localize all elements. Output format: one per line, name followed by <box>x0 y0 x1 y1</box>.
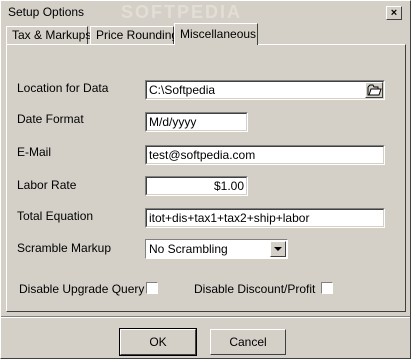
date-format-input[interactable] <box>149 114 244 129</box>
date-format-label: Date Format <box>17 112 84 126</box>
setup-options-window: SOFTPEDIA Setup Options × Tax & Markups … <box>0 0 411 359</box>
email-field[interactable] <box>145 145 385 165</box>
close-button[interactable]: × <box>386 6 402 20</box>
button-separator <box>1 316 410 318</box>
tab-label: Tax & Markups <box>12 28 92 42</box>
scramble-markup-select[interactable]: No Scrambling <box>145 239 288 259</box>
date-format-field[interactable] <box>145 112 248 132</box>
total-equation-label: Total Equation <box>17 209 94 223</box>
tab-tax-markups[interactable]: Tax & Markups <box>6 26 92 44</box>
labor-rate-input[interactable] <box>149 178 244 193</box>
total-equation-field[interactable] <box>145 208 385 228</box>
dropdown-arrow-button[interactable] <box>270 241 286 257</box>
browse-folder-button[interactable] <box>365 82 383 98</box>
window-title: Setup Options <box>8 5 85 19</box>
tab-label: Miscellaneous <box>180 27 257 41</box>
tab-label: Price Rounding <box>96 28 179 42</box>
disable-upgrade-query-label: Disable Upgrade Query <box>19 282 145 296</box>
tab-miscellaneous[interactable]: Miscellaneous <box>174 23 258 45</box>
labor-rate-field[interactable] <box>145 176 248 196</box>
email-label: E-Mail <box>17 145 52 159</box>
location-field[interactable] <box>145 80 385 100</box>
email-input[interactable] <box>149 147 381 162</box>
ok-button[interactable]: OK <box>119 328 197 356</box>
disable-discount-profit-checkbox[interactable] <box>321 282 333 294</box>
location-label: Location for Data <box>17 81 109 95</box>
softpedia-watermark: SOFTPEDIA <box>121 2 243 22</box>
title-bar: SOFTPEDIA Setup Options × <box>3 2 406 22</box>
cancel-button[interactable]: Cancel <box>210 329 286 355</box>
location-input[interactable] <box>149 82 362 97</box>
disable-discount-profit-label: Disable Discount/Profit <box>194 282 316 296</box>
scramble-markup-value: No Scrambling <box>149 242 228 256</box>
tab-price-rounding[interactable]: Price Rounding <box>90 26 178 44</box>
labor-rate-label: Labor Rate <box>17 178 77 192</box>
miscellaneous-panel: Location for Data Date Format E-Mail Lab… <box>6 44 406 312</box>
folder-open-icon <box>367 84 382 96</box>
disable-upgrade-query-checkbox[interactable] <box>146 282 158 294</box>
scramble-markup-label: Scramble Markup <box>17 241 112 255</box>
total-equation-input[interactable] <box>149 210 381 225</box>
chevron-down-icon <box>274 247 282 251</box>
close-icon: × <box>390 7 398 19</box>
